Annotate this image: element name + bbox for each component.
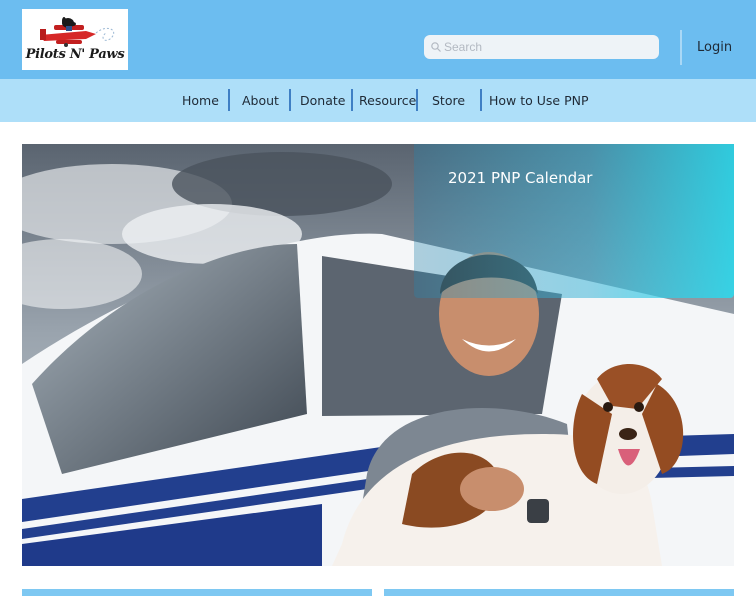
nav-separator [228,89,230,111]
search-box[interactable] [424,35,659,59]
pilots-n-paws-logo[interactable]: Pilots N' Paws [22,9,128,70]
nav-item-how-to-use[interactable]: How to Use PNP [489,93,589,108]
nav-item-donate[interactable]: Donate [300,93,345,108]
calendar-promo[interactable]: 2021 PNP Calendar [414,144,734,298]
nav-separator [351,89,353,111]
nav-separator [416,89,418,111]
header-divider [680,30,682,65]
content-card-left[interactable] [22,589,372,596]
search-icon [431,42,441,52]
nav-separator [289,89,291,111]
search-input[interactable] [444,38,649,56]
content-card-right[interactable] [384,589,734,596]
site-header: Pilots N' Paws Login [0,0,756,79]
main-nav: Home About Donate Resource Store How to … [0,79,756,122]
nav-item-resource[interactable]: Resource [359,93,416,108]
nav-item-about[interactable]: About [242,93,279,108]
hero-banner[interactable]: 2021 PNP Calendar [22,144,734,566]
logo-text: Pilots N' Paws [25,47,125,62]
nav-item-store[interactable]: Store [432,93,465,108]
login-link[interactable]: Login [697,40,732,55]
nav-separator [480,89,482,111]
nav-item-home[interactable]: Home [182,93,219,108]
promo-title: 2021 PNP Calendar [448,169,593,187]
